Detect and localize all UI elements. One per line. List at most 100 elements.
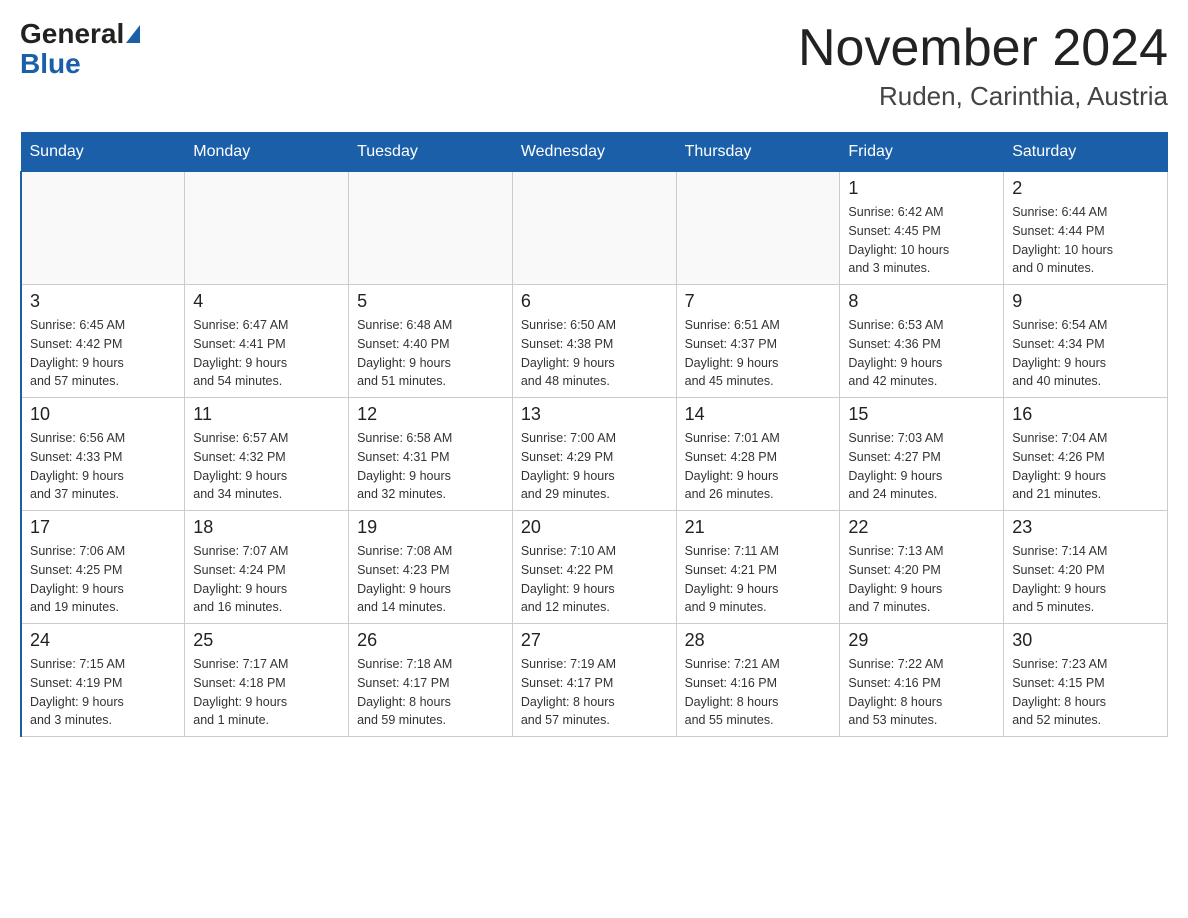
calendar-week-row: 24 Sunrise: 7:15 AM Sunset: 4:19 PM Dayli… [21,624,1168,737]
day-number: 18 [193,517,340,538]
calendar-cell: 14 Sunrise: 7:01 AM Sunset: 4:28 PM Dayli… [676,398,840,511]
calendar-cell: 17Sunrise: 7:06 AM Sunset: 4:25 PM Dayli… [21,511,185,624]
calendar-cell: 7Sunrise: 6:51 AM Sunset: 4:37 PM Daylig… [676,285,840,398]
day-number: 2 [1012,178,1159,199]
calendar-cell: 20 Sunrise: 7:10 AM Sunset: 4:22 PM Dayli… [512,511,676,624]
day-info: Sunrise: 6:47 AM Sunset: 4:41 PM Dayligh… [193,316,340,391]
day-info: Sunrise: 7:23 AM Sunset: 4:15 PM Dayligh… [1012,655,1159,730]
logo-triangle-icon [126,25,140,43]
calendar-cell: 30 Sunrise: 7:23 AM Sunset: 4:15 PM Dayli… [1004,624,1168,737]
calendar-cell [21,172,185,285]
day-info: Sunrise: 6:53 AM Sunset: 4:36 PM Dayligh… [848,316,995,391]
day-number: 22 [848,517,995,538]
day-info: Sunrise: 7:19 AM Sunset: 4:17 PM Dayligh… [521,655,668,730]
logo: General Blue [20,20,142,80]
day-info: Sunrise: 6:57 AM Sunset: 4:32 PM Dayligh… [193,429,340,504]
day-number: 13 [521,404,668,425]
calendar-week-row: 10 Sunrise: 6:56 AM Sunset: 4:33 PM Dayli… [21,398,1168,511]
day-number: 23 [1012,517,1159,538]
day-number: 17 [30,517,176,538]
day-number: 9 [1012,291,1159,312]
day-number: 27 [521,630,668,651]
header-saturday: Saturday [1004,133,1168,172]
day-number: 11 [193,404,340,425]
day-number: 12 [357,404,504,425]
calendar-cell: 21 Sunrise: 7:11 AM Sunset: 4:21 PM Dayli… [676,511,840,624]
day-number: 10 [30,404,176,425]
logo-blue-text: Blue [20,48,81,80]
day-info: Sunrise: 7:08 AM Sunset: 4:23 PM Dayligh… [357,542,504,617]
calendar-cell: 3Sunrise: 6:45 AM Sunset: 4:42 PM Daylig… [21,285,185,398]
calendar-cell: 24 Sunrise: 7:15 AM Sunset: 4:19 PM Dayli… [21,624,185,737]
day-number: 28 [685,630,832,651]
calendar-subtitle: Ruden, Carinthia, Austria [798,81,1168,112]
day-info: Sunrise: 7:11 AM Sunset: 4:21 PM Dayligh… [685,542,832,617]
day-info: Sunrise: 7:21 AM Sunset: 4:16 PM Dayligh… [685,655,832,730]
day-number: 5 [357,291,504,312]
calendar-cell: 2 Sunrise: 6:44 AM Sunset: 4:44 PM Daylig… [1004,172,1168,285]
day-info: Sunrise: 6:54 AM Sunset: 4:34 PM Dayligh… [1012,316,1159,391]
day-info: Sunrise: 7:15 AM Sunset: 4:19 PM Dayligh… [30,655,176,730]
day-number: 8 [848,291,995,312]
day-info: Sunrise: 7:10 AM Sunset: 4:22 PM Dayligh… [521,542,668,617]
day-number: 3 [30,291,176,312]
day-number: 21 [685,517,832,538]
day-number: 30 [1012,630,1159,651]
header-tuesday: Tuesday [349,133,513,172]
calendar-cell: 6Sunrise: 6:50 AM Sunset: 4:38 PM Daylig… [512,285,676,398]
header-thursday: Thursday [676,133,840,172]
calendar-cell: 5 Sunrise: 6:48 AM Sunset: 4:40 PM Daylig… [349,285,513,398]
day-info: Sunrise: 7:01 AM Sunset: 4:28 PM Dayligh… [685,429,832,504]
day-number: 20 [521,517,668,538]
day-number: 16 [1012,404,1159,425]
calendar-cell: 23 Sunrise: 7:14 AM Sunset: 4:20 PM Dayli… [1004,511,1168,624]
day-number: 19 [357,517,504,538]
calendar-cell: 28 Sunrise: 7:21 AM Sunset: 4:16 PM Dayli… [676,624,840,737]
day-info: Sunrise: 7:13 AM Sunset: 4:20 PM Dayligh… [848,542,995,617]
day-info: Sunrise: 7:17 AM Sunset: 4:18 PM Dayligh… [193,655,340,730]
calendar-week-row: 1Sunrise: 6:42 AM Sunset: 4:45 PM Daylig… [21,172,1168,285]
day-info: Sunrise: 7:03 AM Sunset: 4:27 PM Dayligh… [848,429,995,504]
calendar-cell: 10 Sunrise: 6:56 AM Sunset: 4:33 PM Dayli… [21,398,185,511]
day-info: Sunrise: 6:50 AM Sunset: 4:38 PM Dayligh… [521,316,668,391]
calendar-header-row: Sunday Monday Tuesday Wednesday Thursday… [21,133,1168,172]
calendar-cell: 12Sunrise: 6:58 AM Sunset: 4:31 PM Dayli… [349,398,513,511]
day-info: Sunrise: 7:18 AM Sunset: 4:17 PM Dayligh… [357,655,504,730]
calendar-cell: 11 Sunrise: 6:57 AM Sunset: 4:32 PM Dayli… [185,398,349,511]
day-number: 1 [848,178,995,199]
day-info: Sunrise: 7:07 AM Sunset: 4:24 PM Dayligh… [193,542,340,617]
header-monday: Monday [185,133,349,172]
calendar-cell: 25Sunrise: 7:17 AM Sunset: 4:18 PM Dayli… [185,624,349,737]
day-info: Sunrise: 6:44 AM Sunset: 4:44 PM Dayligh… [1012,203,1159,278]
title-area: November 2024 Ruden, Carinthia, Austria [798,20,1168,112]
calendar-cell: 16Sunrise: 7:04 AM Sunset: 4:26 PM Dayli… [1004,398,1168,511]
calendar-week-row: 17Sunrise: 7:06 AM Sunset: 4:25 PM Dayli… [21,511,1168,624]
day-info: Sunrise: 6:56 AM Sunset: 4:33 PM Dayligh… [30,429,176,504]
calendar-cell: 22 Sunrise: 7:13 AM Sunset: 4:20 PM Dayli… [840,511,1004,624]
day-number: 15 [848,404,995,425]
calendar-table: Sunday Monday Tuesday Wednesday Thursday… [20,132,1168,737]
day-info: Sunrise: 7:00 AM Sunset: 4:29 PM Dayligh… [521,429,668,504]
calendar-cell: 18 Sunrise: 7:07 AM Sunset: 4:24 PM Dayli… [185,511,349,624]
calendar-cell: 19 Sunrise: 7:08 AM Sunset: 4:23 PM Dayli… [349,511,513,624]
calendar-cell: 8 Sunrise: 6:53 AM Sunset: 4:36 PM Daylig… [840,285,1004,398]
calendar-cell: 9 Sunrise: 6:54 AM Sunset: 4:34 PM Daylig… [1004,285,1168,398]
header-sunday: Sunday [21,133,185,172]
day-info: Sunrise: 6:48 AM Sunset: 4:40 PM Dayligh… [357,316,504,391]
calendar-cell: 29Sunrise: 7:22 AM Sunset: 4:16 PM Dayli… [840,624,1004,737]
header: General Blue November 2024 Ruden, Carint… [20,20,1168,112]
day-info: Sunrise: 6:51 AM Sunset: 4:37 PM Dayligh… [685,316,832,391]
calendar-cell [349,172,513,285]
day-info: Sunrise: 7:14 AM Sunset: 4:20 PM Dayligh… [1012,542,1159,617]
calendar-week-row: 3Sunrise: 6:45 AM Sunset: 4:42 PM Daylig… [21,285,1168,398]
calendar-cell [512,172,676,285]
logo-general-text: General [20,20,142,48]
header-friday: Friday [840,133,1004,172]
day-number: 29 [848,630,995,651]
header-wednesday: Wednesday [512,133,676,172]
calendar-title: November 2024 [798,20,1168,77]
day-number: 24 [30,630,176,651]
calendar-cell: 27 Sunrise: 7:19 AM Sunset: 4:17 PM Dayli… [512,624,676,737]
calendar-cell: 4Sunrise: 6:47 AM Sunset: 4:41 PM Daylig… [185,285,349,398]
day-number: 14 [685,404,832,425]
